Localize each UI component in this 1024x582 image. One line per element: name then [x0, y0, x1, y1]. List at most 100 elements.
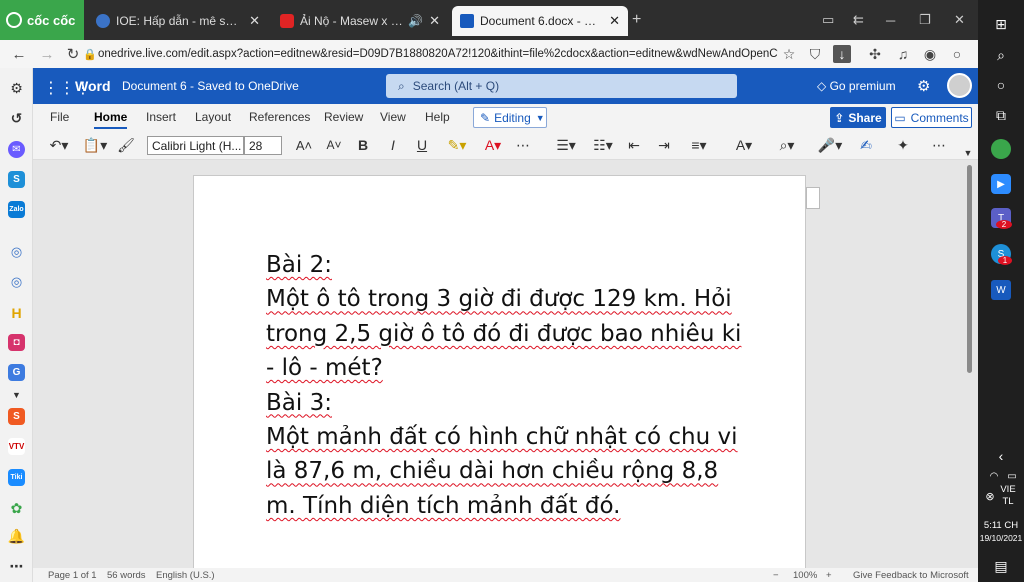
- document-title[interactable]: Document 6 - Saved to OneDrive: [122, 79, 299, 93]
- clock-time[interactable]: 5:11 CH: [978, 520, 1024, 531]
- tab-review[interactable]: Review: [324, 110, 363, 124]
- tab-view[interactable]: View: [380, 110, 406, 124]
- format-painter-icon[interactable]: 🖌: [117, 136, 135, 154]
- speaker-icon[interactable]: 🔊: [408, 14, 423, 28]
- hoc-icon[interactable]: H: [8, 304, 25, 321]
- notification-bell-icon[interactable]: 🔔: [8, 528, 25, 545]
- doc-line[interactable]: m. Tính diện tích mảnh đất đó.: [266, 489, 746, 523]
- vtv-icon[interactable]: VTV: [8, 438, 25, 455]
- designer-icon[interactable]: ✦: [894, 136, 912, 154]
- styles-icon[interactable]: A▾: [730, 136, 758, 154]
- feedback-link[interactable]: Give Feedback to Microsoft: [853, 570, 969, 581]
- cortana-icon[interactable]: ○: [991, 75, 1011, 95]
- chevron-left-icon[interactable]: ‹: [991, 446, 1011, 466]
- word-count[interactable]: 56 words: [107, 570, 146, 581]
- zoom-out-button[interactable]: −: [773, 570, 779, 581]
- url-field[interactable]: onedrive.live.com/edit.aspx?action=editn…: [98, 44, 778, 64]
- go-premium-button[interactable]: ◇ Go premium: [817, 79, 896, 93]
- new-tab-button[interactable]: +: [632, 0, 641, 40]
- increase-font-icon[interactable]: A˄: [295, 136, 313, 154]
- zoom-level[interactable]: 100%: [793, 570, 817, 581]
- bookmark-star-icon[interactable]: ☆: [780, 45, 798, 63]
- task-view-icon[interactable]: ⧉: [991, 105, 1011, 125]
- close-tab-icon[interactable]: ✕: [249, 13, 260, 29]
- playlist-icon[interactable]: ♫: [894, 45, 912, 63]
- more-icon[interactable]: ⋯: [8, 558, 25, 575]
- shopee-icon[interactable]: S: [8, 408, 25, 425]
- doc-line[interactable]: Một ô tô trong 3 giờ đi được 129 km. Hỏi: [266, 282, 746, 316]
- page-comment-marker[interactable]: [806, 187, 820, 209]
- windows-start-icon[interactable]: ⊞: [991, 14, 1011, 34]
- profile-icon[interactable]: ◉: [921, 45, 939, 63]
- align-icon[interactable]: ≡▾: [685, 136, 713, 154]
- translate-icon[interactable]: G: [8, 364, 25, 381]
- document-page[interactable]: Bài 2: Một ô tô trong 3 giờ đi được 129 …: [193, 175, 806, 575]
- comments-button[interactable]: ▭ Comments: [891, 107, 972, 128]
- font-size-select[interactable]: 28: [244, 136, 282, 155]
- battery-icon[interactable]: ▭: [1002, 466, 1022, 486]
- tab-home[interactable]: Home: [94, 110, 128, 129]
- tab-help[interactable]: Help: [425, 110, 450, 124]
- close-tab-icon[interactable]: ✕: [429, 13, 440, 29]
- zoom-in-button[interactable]: +: [826, 570, 832, 581]
- back-arrow-icon[interactable]: ⇇: [853, 0, 864, 40]
- italic-icon[interactable]: I: [385, 136, 401, 154]
- doc-line[interactable]: Bài 2:: [266, 248, 746, 282]
- dictate-microphone-icon[interactable]: 🎤▾: [816, 136, 844, 154]
- avatar[interactable]: [947, 73, 972, 98]
- coccoc-taskbar-icon[interactable]: [991, 139, 1011, 159]
- doc-line[interactable]: Bài 3:: [266, 386, 746, 420]
- minimize-button[interactable]: ─: [886, 0, 895, 40]
- tab-document[interactable]: Document 6.docx - Microsof ✕: [452, 6, 628, 36]
- tab-ioe[interactable]: IOE: Hấp dẫn - mê say - thấy ✕: [88, 6, 268, 36]
- word-taskbar-icon[interactable]: W: [991, 280, 1011, 300]
- tab-file[interactable]: File: [50, 110, 69, 124]
- tiki-icon[interactable]: Tiki: [8, 469, 25, 486]
- search-box[interactable]: ⌕ Search (Alt + Q): [386, 74, 737, 98]
- doc-line[interactable]: Một mảnh đất có hình chữ nhật có chu vi: [266, 420, 746, 454]
- decrease-indent-icon[interactable]: ⇤: [626, 136, 642, 154]
- highlight-icon[interactable]: ✎▾: [443, 136, 471, 154]
- history-icon[interactable]: ↺: [8, 110, 25, 127]
- bold-icon[interactable]: B: [355, 136, 371, 154]
- notifications-icon[interactable]: ▤: [991, 556, 1011, 576]
- numbering-icon[interactable]: ☷▾: [589, 136, 617, 154]
- language[interactable]: English (U.S.): [156, 570, 215, 581]
- shield-icon[interactable]: ⛉: [806, 45, 824, 63]
- font-color-icon[interactable]: A▾: [479, 136, 507, 154]
- font-name-select[interactable]: Calibri Light (H...: [147, 136, 244, 155]
- download-icon[interactable]: ↓: [833, 45, 851, 63]
- ioe-icon[interactable]: ◎: [8, 243, 25, 260]
- share-button[interactable]: ⇪ Share: [830, 107, 886, 128]
- zalo-icon[interactable]: Zalo: [8, 201, 25, 218]
- instagram-icon[interactable]: ◘: [8, 334, 25, 351]
- close-window-button[interactable]: ✕: [954, 0, 965, 40]
- document-canvas[interactable]: Bài 2: Một ô tô trong 3 giờ đi được 129 …: [33, 160, 978, 575]
- wifi-icon[interactable]: ◠: [984, 466, 1004, 486]
- tab-layout[interactable]: Layout: [195, 110, 231, 124]
- doc-line[interactable]: là 87,6 m, chiều dài hơn chiều rộng 8,8: [266, 454, 746, 488]
- screenshot-icon[interactable]: ▭: [822, 0, 834, 40]
- editor-icon[interactable]: ✍: [857, 136, 875, 154]
- lock-icon[interactable]: 🔒: [80, 44, 100, 64]
- close-tab-icon[interactable]: ✕: [609, 13, 620, 29]
- clock-date[interactable]: 19/10/2021: [978, 533, 1024, 543]
- language-indicator[interactable]: VIE: [992, 484, 1024, 495]
- undo-icon[interactable]: ↶▾: [45, 136, 73, 154]
- coccoc-menu-button[interactable]: cốc cốc: [0, 0, 84, 40]
- skype-icon[interactable]: S: [8, 171, 25, 188]
- tab-insert[interactable]: Insert: [146, 110, 176, 124]
- search-icon[interactable]: ⌕: [991, 45, 1011, 65]
- game-icon[interactable]: ✿: [8, 500, 25, 517]
- tab-youtube[interactable]: Ải Nộ - Masew x Khoi Vu 🔊 ✕: [272, 6, 448, 36]
- chevron-down-icon[interactable]: ▼: [8, 386, 25, 403]
- more-formatting-icon[interactable]: ⋯: [515, 136, 531, 154]
- doc-line[interactable]: trong 2,5 giờ ô tô đó đi được bao nhiêu …: [266, 317, 746, 351]
- restore-button[interactable]: ❐: [919, 0, 931, 40]
- bullets-icon[interactable]: ☰▾: [552, 136, 580, 154]
- underline-icon[interactable]: U: [414, 136, 430, 154]
- ioe-icon-2[interactable]: ◎: [8, 273, 25, 290]
- settings-gear-icon[interactable]: ⚙: [8, 80, 25, 97]
- settings-gear-icon[interactable]: ⚙: [917, 77, 930, 95]
- extensions-icon[interactable]: ✣: [866, 45, 884, 63]
